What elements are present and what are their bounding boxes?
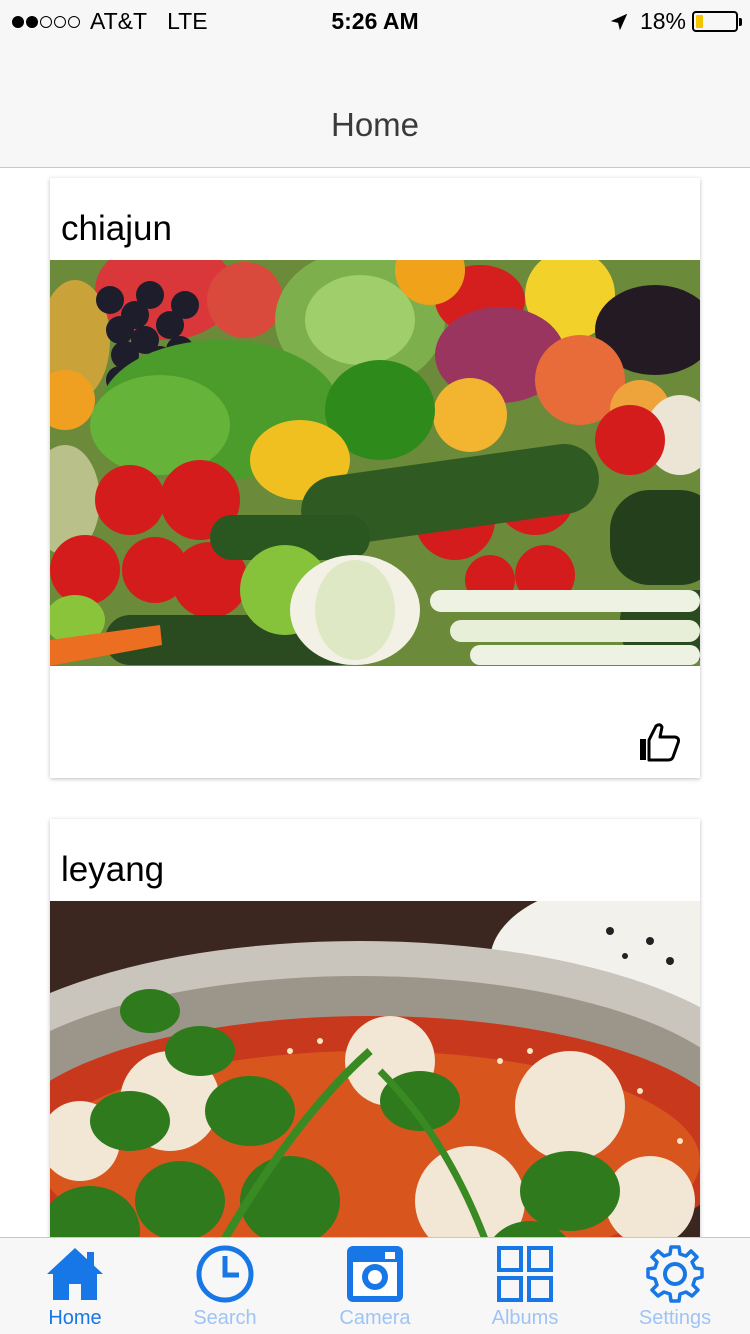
gear-icon	[646, 1245, 704, 1303]
camera-icon	[347, 1246, 403, 1302]
thumbs-up-icon[interactable]	[638, 720, 682, 764]
feed[interactable]: chiajun leyang	[0, 169, 750, 1237]
battery-level	[696, 15, 703, 28]
post-card: leyang	[50, 819, 700, 1237]
post-username[interactable]: chiajun	[61, 209, 172, 249]
tab-camera[interactable]: Camera	[300, 1238, 450, 1334]
tab-home[interactable]: Home	[0, 1238, 150, 1334]
hot-pot-image	[50, 901, 700, 1237]
tab-settings[interactable]: Settings	[600, 1238, 750, 1334]
page-title: Home	[330, 106, 420, 143]
tab-label: Home	[48, 1307, 102, 1329]
post-card: chiajun	[50, 178, 700, 778]
clock-icon	[196, 1245, 254, 1303]
app-screen: AT&T LTE 5:26 AM 18% Home chiajun leyang…	[0, 0, 750, 1334]
tab-label: Search	[193, 1307, 257, 1329]
tab-bar: Home Search Camera Albums Settings	[0, 1237, 750, 1334]
vegetables-image	[50, 260, 700, 666]
battery-icon	[692, 11, 742, 32]
tab-label: Settings	[638, 1307, 712, 1329]
status-bar: AT&T LTE 5:26 AM 18%	[0, 0, 750, 40]
post-username[interactable]: leyang	[61, 850, 164, 890]
hot-pot-photo[interactable]	[50, 901, 700, 1237]
location-arrow-icon	[610, 13, 628, 30]
tab-search[interactable]: Search	[150, 1238, 300, 1334]
grid-icon	[497, 1246, 553, 1302]
battery-percent: 18%	[639, 8, 686, 34]
tab-albums[interactable]: Albums	[450, 1238, 600, 1334]
tab-label: Camera	[339, 1307, 411, 1329]
vegetables-photo[interactable]	[50, 260, 700, 666]
status-right: 18%	[608, 8, 742, 35]
navigation-bar: Home	[0, 40, 750, 168]
tab-label: Albums	[491, 1307, 559, 1329]
home-icon	[47, 1248, 103, 1300]
